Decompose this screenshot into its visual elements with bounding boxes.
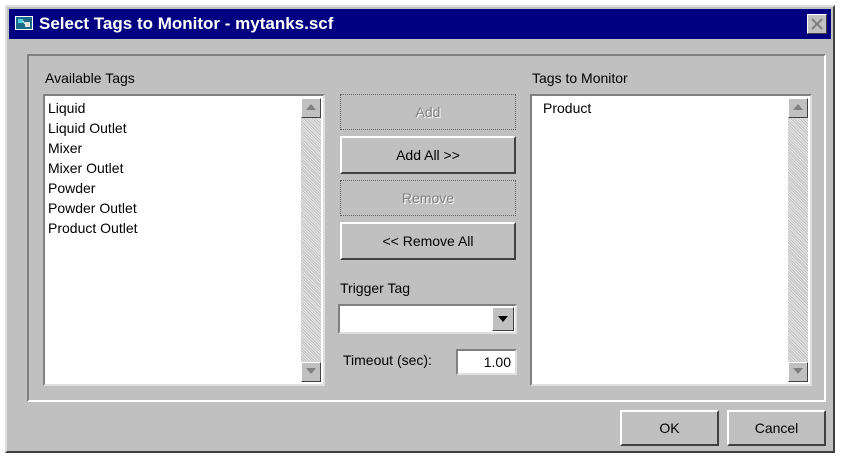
scroll-down-button[interactable] — [788, 362, 808, 382]
timeout-label: Timeout (sec): — [343, 352, 432, 368]
tags-to-monitor-label: Tags to Monitor — [532, 70, 628, 86]
ok-button[interactable]: OK — [620, 410, 719, 446]
app-icon — [15, 16, 33, 30]
close-button[interactable] — [807, 14, 827, 34]
scroll-up-button[interactable] — [788, 98, 808, 118]
available-tags-label: Available Tags — [45, 70, 135, 86]
add-button[interactable]: Add — [340, 94, 516, 130]
list-item[interactable]: Liquid Outlet — [47, 118, 301, 138]
arrow-up-icon — [793, 104, 803, 110]
trigger-tag-label: Trigger Tag — [340, 280, 411, 296]
available-tags-list[interactable]: Liquid Liquid Outlet Mixer Mixer Outlet Powd… — [43, 94, 325, 386]
list-item[interactable]: Liquid — [47, 98, 301, 118]
arrow-down-icon — [793, 368, 803, 374]
scroll-down-button[interactable] — [301, 362, 321, 382]
scroll-up-button[interactable] — [301, 98, 321, 118]
chevron-down-icon — [498, 316, 508, 322]
list-item[interactable]: Mixer — [47, 138, 301, 158]
window-title: Select Tags to Monitor - mytanks.scf — [39, 14, 334, 33]
trigger-tag-dropdown[interactable] — [338, 304, 517, 334]
arrow-down-icon — [306, 368, 316, 374]
monitor-scrollbar[interactable] — [788, 98, 808, 382]
available-scrollbar[interactable] — [301, 98, 321, 382]
timeout-input[interactable]: 1.00 — [456, 349, 517, 375]
remove-all-button[interactable]: << Remove All — [340, 222, 516, 260]
list-item[interactable]: Powder Outlet — [47, 198, 301, 218]
close-icon — [811, 18, 823, 30]
list-item[interactable]: Powder — [47, 178, 301, 198]
add-all-button[interactable]: Add All >> — [340, 136, 516, 174]
list-item[interactable]: Mixer Outlet — [47, 158, 301, 178]
select-tags-dialog: Select Tags to Monitor - mytanks.scf Ava… — [5, 5, 835, 453]
tag-selection-group: Available Tags Liquid Liquid Outlet Mixer M… — [27, 54, 826, 402]
dropdown-button[interactable] — [492, 307, 514, 331]
remove-button[interactable]: Remove — [340, 180, 516, 216]
arrow-up-icon — [306, 104, 316, 110]
list-item[interactable]: Product — [542, 98, 788, 118]
tags-to-monitor-list[interactable]: Product — [530, 94, 812, 386]
cancel-button[interactable]: Cancel — [727, 410, 826, 446]
title-bar[interactable]: Select Tags to Monitor - mytanks.scf — [9, 9, 831, 39]
list-item[interactable]: Product Outlet — [47, 218, 301, 238]
